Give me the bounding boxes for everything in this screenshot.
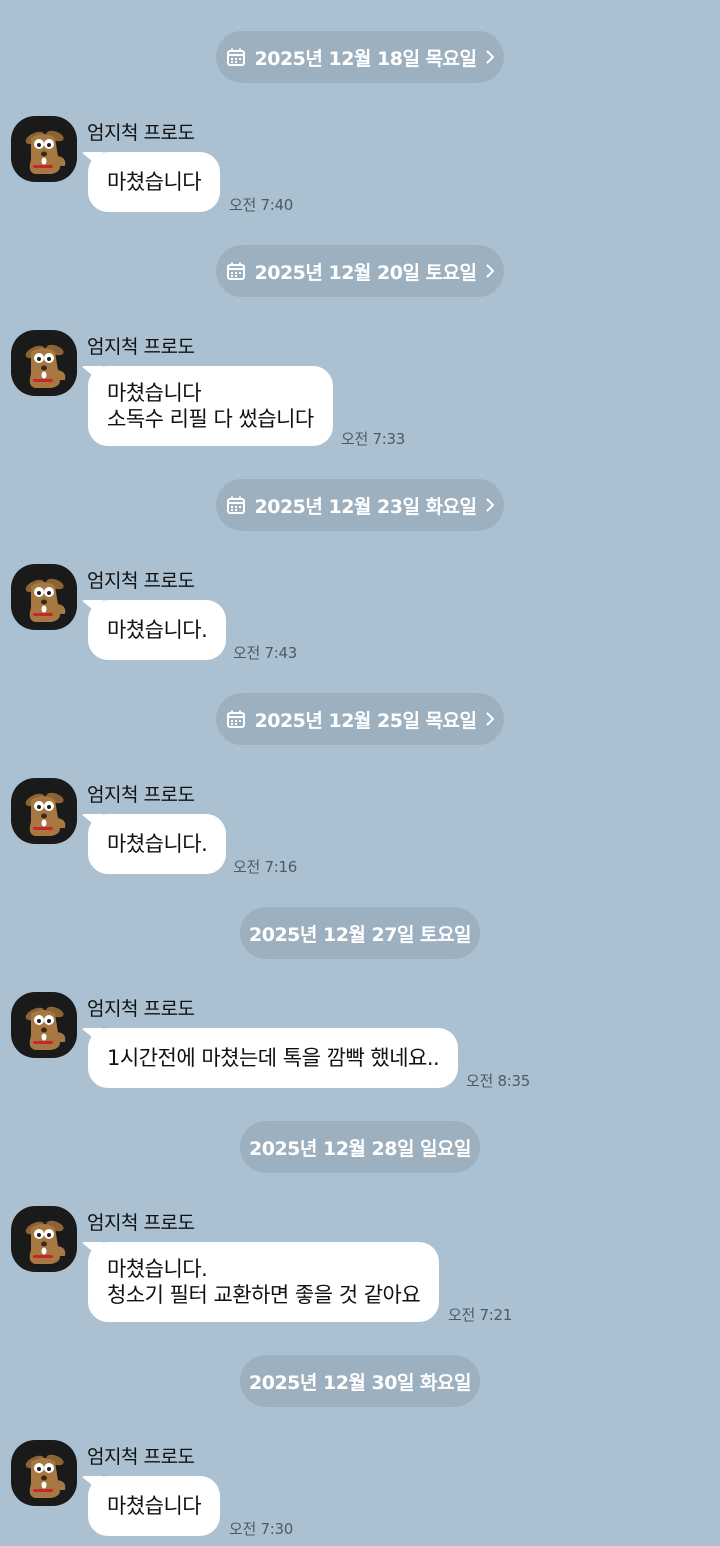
date-label: 2025년 12월 28일 일요일 bbox=[249, 1137, 472, 1160]
date-label: 2025년 12월 25일 목요일 bbox=[254, 709, 478, 732]
message-line: 마쳤습니다. bbox=[107, 832, 208, 856]
message-time: 오전 7:30 bbox=[229, 1520, 293, 1538]
date-divider[interactable]: 2025년 12월 23일 화요일 bbox=[216, 479, 504, 531]
chevron-right-icon bbox=[485, 712, 494, 726]
sender-name: 엄지척 프로도 bbox=[87, 1446, 195, 1468]
chevron-right-icon bbox=[485, 498, 494, 512]
chevron-right-icon bbox=[485, 264, 494, 278]
calendar-icon bbox=[226, 496, 245, 514]
avatar[interactable] bbox=[11, 778, 77, 844]
chevron-right-icon bbox=[485, 50, 494, 64]
message-bubble[interactable]: 마쳤습니다. bbox=[88, 814, 227, 874]
date-label: 2025년 12월 20일 토요일 bbox=[254, 261, 478, 284]
avatar[interactable] bbox=[11, 116, 77, 182]
dog-character-avatar-icon bbox=[25, 792, 66, 836]
sender-name: 엄지척 프로도 bbox=[87, 1212, 195, 1234]
message-line: 1시간전에 마쳤는데 톡을 깜빡 했네요.. bbox=[107, 1046, 440, 1070]
message-bubble[interactable]: 마쳤습니다. bbox=[88, 600, 227, 660]
message-line: 마쳤습니다. bbox=[107, 1257, 208, 1281]
date-divider: 2025년 12월 28일 일요일 bbox=[240, 1121, 480, 1173]
date-label: 2025년 12월 30일 화요일 bbox=[249, 1371, 472, 1394]
message-time: 오전 7:43 bbox=[233, 644, 297, 662]
message-bubble[interactable]: 마쳤습니다 bbox=[88, 1476, 221, 1536]
message-line: 마쳤습니다. bbox=[107, 618, 208, 642]
date-label: 2025년 12월 18일 목요일 bbox=[254, 47, 478, 70]
message-bubble[interactable]: 마쳤습니다. 청소기 필터 교환하면 좋을 것 같아요 bbox=[88, 1242, 440, 1322]
date-divider: 2025년 12월 27일 토요일 bbox=[240, 907, 480, 959]
dog-character-avatar-icon bbox=[25, 130, 66, 174]
sender-name: 엄지척 프로도 bbox=[87, 336, 195, 358]
message-line: 소독수 리필 다 썼습니다 bbox=[107, 407, 314, 431]
sender-name: 엄지척 프로도 bbox=[87, 570, 195, 592]
message-line: 마쳤습니다 bbox=[107, 170, 202, 194]
message-bubble[interactable]: 마쳤습니다 bbox=[88, 152, 221, 212]
sender-name: 엄지척 프로도 bbox=[87, 998, 195, 1020]
message-line: 청소기 필터 교환하면 좋을 것 같아요 bbox=[107, 1283, 421, 1307]
dog-character-avatar-icon bbox=[25, 1454, 66, 1498]
date-divider[interactable]: 2025년 12월 18일 목요일 bbox=[216, 31, 504, 83]
message-time: 오전 7:21 bbox=[448, 1306, 512, 1324]
date-divider[interactable]: 2025년 12월 20일 토요일 bbox=[216, 245, 504, 297]
avatar[interactable] bbox=[11, 564, 77, 630]
calendar-icon bbox=[226, 262, 245, 280]
calendar-icon bbox=[226, 48, 245, 66]
dog-character-avatar-icon bbox=[25, 1220, 66, 1264]
message-time: 오전 7:40 bbox=[229, 196, 293, 214]
message-time: 오전 7:33 bbox=[341, 430, 405, 448]
avatar[interactable] bbox=[11, 1440, 77, 1506]
message-time: 오전 8:35 bbox=[466, 1072, 530, 1090]
dog-character-avatar-icon bbox=[25, 1006, 66, 1050]
date-label: 2025년 12월 27일 토요일 bbox=[249, 923, 472, 946]
message-bubble[interactable]: 마쳤습니다 소독수 리필 다 썼습니다 bbox=[88, 366, 333, 446]
calendar-icon bbox=[226, 710, 245, 728]
sender-name: 엄지척 프로도 bbox=[87, 784, 195, 806]
dog-character-avatar-icon bbox=[25, 578, 66, 622]
avatar[interactable] bbox=[11, 330, 77, 396]
message-time: 오전 7:16 bbox=[233, 858, 297, 876]
date-divider[interactable]: 2025년 12월 25일 목요일 bbox=[216, 693, 504, 745]
sender-name: 엄지척 프로도 bbox=[87, 122, 195, 144]
message-line: 마쳤습니다 bbox=[107, 381, 202, 405]
dog-character-avatar-icon bbox=[25, 344, 66, 388]
date-divider: 2025년 12월 30일 화요일 bbox=[240, 1355, 480, 1407]
message-line: 마쳤습니다 bbox=[107, 1494, 202, 1518]
date-label: 2025년 12월 23일 화요일 bbox=[254, 495, 478, 518]
message-bubble[interactable]: 1시간전에 마쳤는데 톡을 깜빡 했네요.. bbox=[88, 1028, 459, 1088]
avatar[interactable] bbox=[11, 992, 77, 1058]
avatar[interactable] bbox=[11, 1206, 77, 1272]
